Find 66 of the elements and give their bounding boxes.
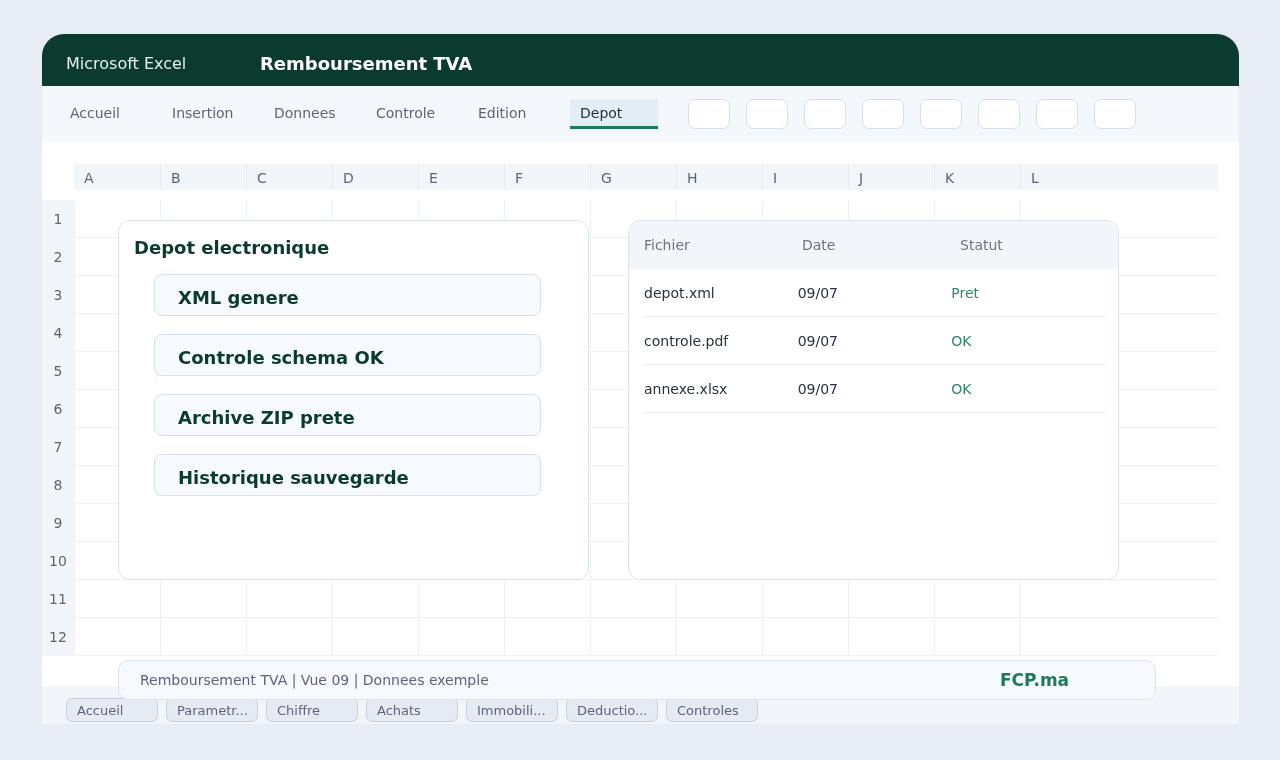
toolbar-button[interactable] (862, 99, 904, 129)
column-header[interactable]: J (848, 164, 934, 190)
sheet-tab[interactable]: Accueil (66, 698, 158, 722)
ribbon-tab[interactable]: Controle (366, 99, 454, 129)
window-title: Remboursement TVA (260, 52, 473, 74)
column-header[interactable]: G (590, 164, 676, 190)
table-cell-text: 09/07 (797, 332, 840, 349)
ribbon-tab[interactable]: Donnees (264, 99, 352, 129)
checklist-item: XML genere (154, 274, 541, 316)
row-number[interactable]: 3 (42, 276, 74, 314)
column-header[interactable]: K (934, 164, 1020, 190)
row-number[interactable]: 9 (42, 504, 74, 542)
ribbon-tab[interactable]: Insertion (162, 99, 250, 129)
column-heading: Fichier (644, 237, 691, 253)
sheet-tab[interactable]: Controles (666, 698, 758, 722)
sheet-tab[interactable]: Achats (366, 698, 458, 722)
toolbar-button[interactable] (1036, 99, 1078, 129)
column-header[interactable]: F (504, 164, 590, 190)
table-cell-text: OK (951, 380, 973, 397)
column-heading: Statut (960, 237, 1004, 253)
table-cell-text: depot.xml (644, 284, 716, 301)
panel-title: Depot electronique (134, 237, 331, 258)
table-cell-text: 09/07 (797, 284, 840, 301)
column-header[interactable]: E (418, 164, 504, 190)
row-number[interactable]: 1 (42, 200, 74, 238)
column-header[interactable]: A (74, 164, 160, 190)
column-header[interactable]: D (332, 164, 418, 190)
table-cell-text: Pret (951, 284, 981, 301)
toolbar-button[interactable] (804, 99, 846, 129)
row-number[interactable]: 5 (42, 352, 74, 390)
app-name: Microsoft Excel (66, 53, 188, 73)
column-heading: Date (802, 237, 837, 253)
sheet-tab[interactable]: Chiffre (266, 698, 358, 722)
ribbon-tab[interactable]: Depot (570, 99, 658, 129)
brand-label: FCP.ma (1000, 670, 1070, 690)
table-cell-text: controle.pdf (644, 332, 730, 349)
table-cell-text: annexe.xlsx (644, 380, 729, 397)
ribbon-tab[interactable]: Accueil (60, 99, 148, 129)
toolbar-button[interactable] (920, 99, 962, 129)
toolbar-button[interactable] (746, 99, 788, 129)
row-number[interactable]: 8 (42, 466, 74, 504)
row-number[interactable]: 10 (42, 542, 74, 580)
row-number[interactable]: 7 (42, 428, 74, 466)
toolbar-button[interactable] (1094, 99, 1136, 129)
toolbar-button[interactable] (688, 99, 730, 129)
sheet-tab[interactable]: Parametr... (166, 698, 258, 722)
sheet-tab[interactable]: Immobili... (466, 698, 558, 722)
ribbon-tab[interactable]: Edition (468, 99, 556, 129)
row-number[interactable]: 6 (42, 390, 74, 428)
status-text: Remboursement TVA | Vue 09 | Donnees exemple (140, 672, 490, 688)
table-cell-text: 09/07 (797, 380, 840, 397)
column-header[interactable]: L (1020, 164, 1218, 190)
checklist-item: Controle schema OK (154, 334, 541, 376)
row-number[interactable]: 12 (42, 618, 74, 656)
column-header[interactable]: I (762, 164, 848, 190)
row-number[interactable]: 11 (42, 580, 74, 618)
table-cell-text: OK (951, 332, 973, 349)
row-number[interactable]: 4 (42, 314, 74, 352)
checklist-item: Archive ZIP prete (154, 394, 541, 436)
checklist-item: Historique sauvegarde (154, 454, 541, 496)
column-header[interactable]: C (246, 164, 332, 190)
column-header[interactable]: H (676, 164, 762, 190)
column-header[interactable]: B (160, 164, 246, 190)
sheet-tab[interactable]: Deductio... (566, 698, 658, 722)
toolbar-button[interactable] (978, 99, 1020, 129)
row-number[interactable]: 2 (42, 238, 74, 276)
